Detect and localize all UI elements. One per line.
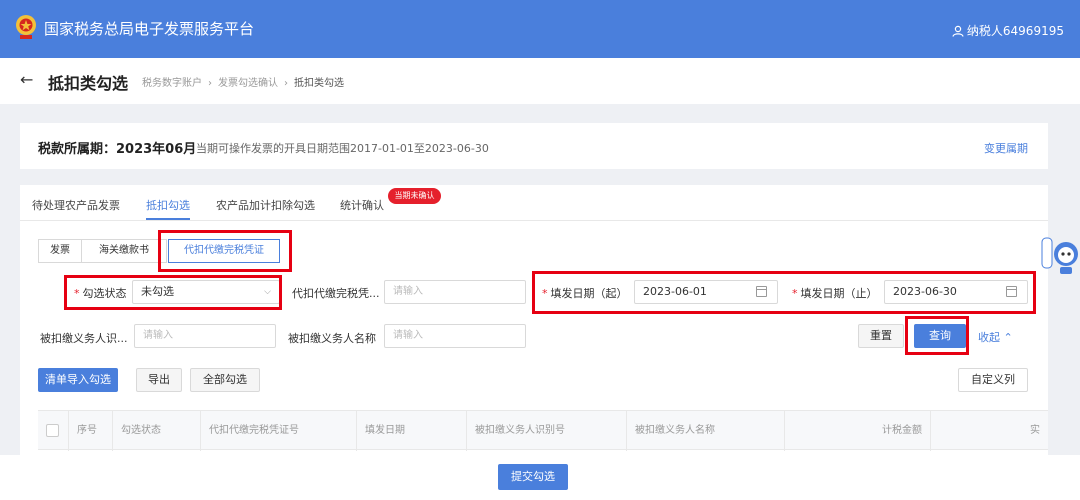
submit-selection-button[interactable]: 提交勾选 xyxy=(498,464,568,490)
main-card: 待处理农产品发票 抵扣勾选 农产品加计扣除勾选 统计确认 当期未确认 发票 海关… xyxy=(20,185,1048,455)
column-header: 代扣代缴完税凭证号 xyxy=(200,411,356,451)
voucher-no-label: 代扣代缴完税凭... xyxy=(292,287,380,300)
table-header: 序号 勾选状态 代扣代缴完税凭证号 填发日期 被扣缴义务人识别号 被扣缴义务人名… xyxy=(38,410,1048,451)
breadcrumb-bar: ← 抵扣类勾选 税务数字账户 › 发票勾选确认 › 抵扣类勾选 xyxy=(0,58,1080,104)
breadcrumb: 税务数字账户 › 发票勾选确认 › 抵扣类勾选 xyxy=(142,74,344,89)
withholder-name-input[interactable]: 请输入 xyxy=(384,324,526,348)
tab-bar: 待处理农产品发票 抵扣勾选 农产品加计扣除勾选 统计确认 当期未确认 xyxy=(20,185,1048,221)
subtab-withholding-certificate[interactable]: 代扣代缴完税凭证 xyxy=(168,239,280,263)
user-icon xyxy=(952,25,964,37)
date-from-picker[interactable]: 2023-06-01 xyxy=(634,280,778,304)
import-select-button[interactable]: 清单导入勾选 xyxy=(38,368,118,392)
chevron-down-icon: ⌵ xyxy=(264,287,271,297)
breadcrumb-separator-icon: › xyxy=(208,78,212,89)
top-bar: 国家税务总局电子发票服务平台 纳税人64969195 xyxy=(0,0,1080,58)
tax-emblem-icon xyxy=(16,15,36,39)
subtab-customs-payment[interactable]: 海关缴款书 xyxy=(81,239,167,263)
period-card: 税款所属期：2023年06月 当期可操作发票的开具日期范围2017-01-01至… xyxy=(20,123,1048,169)
withholder-id-label: 被扣缴义务人识... xyxy=(40,332,128,345)
reset-button[interactable]: 重置 xyxy=(858,324,904,348)
select-all-cell xyxy=(38,411,68,451)
voucher-no-input[interactable]: 请输入 xyxy=(384,280,526,304)
column-header: 勾选状态 xyxy=(112,411,200,451)
active-tab-indicator xyxy=(146,218,190,220)
date-from-label: * 填发日期（起） xyxy=(542,287,628,300)
period-range: 当期可操作发票的开具日期范围2017-01-01至2023-06-30 xyxy=(196,142,489,155)
withholder-name-label: 被扣缴义务人名称 xyxy=(288,332,376,345)
select-all-button[interactable]: 全部勾选 xyxy=(190,368,260,392)
breadcrumb-item[interactable]: 发票勾选确认 xyxy=(218,78,278,89)
column-header: 序号 xyxy=(68,411,112,451)
collapse-toggle[interactable]: 收起 ⌃ xyxy=(978,329,1013,345)
breadcrumb-separator-icon: › xyxy=(284,78,288,89)
column-header: 被扣缴义务人名称 xyxy=(626,411,784,451)
user-name: 纳税人64969195 xyxy=(966,24,1064,38)
column-header: 计税金额 xyxy=(784,411,930,451)
status-label: * 勾选状态 xyxy=(74,287,127,300)
change-period-link[interactable]: 变更属期 xyxy=(984,140,1028,156)
select-all-checkbox[interactable] xyxy=(46,424,59,437)
column-header: 被扣缴义务人识别号 xyxy=(466,411,626,451)
breadcrumb-item[interactable]: 税务数字账户 xyxy=(142,78,202,89)
app-title: 国家税务总局电子发票服务平台 xyxy=(44,20,255,38)
tab-statistics-confirm[interactable]: 统计确认 xyxy=(340,197,384,213)
column-header: 填发日期 xyxy=(356,411,466,451)
chevron-up-icon: ⌃ xyxy=(1003,331,1013,344)
custom-columns-button[interactable]: 自定义列 xyxy=(958,368,1028,392)
tab-agri-extra-deduction[interactable]: 农产品加计扣除勾选 xyxy=(216,197,315,213)
tab-deduction-selection[interactable]: 抵扣勾选 xyxy=(146,197,190,213)
withholder-id-input[interactable]: 请输入 xyxy=(134,324,276,348)
tax-period: 税款所属期：2023年06月 xyxy=(38,142,197,157)
subtab-invoice[interactable]: 发票 xyxy=(38,239,82,263)
page-title: 抵扣类勾选 xyxy=(48,74,129,93)
date-to-label: * 填发日期（止） xyxy=(792,287,878,300)
back-arrow-icon[interactable]: ← xyxy=(20,70,33,89)
status-badge: 当期未确认 xyxy=(388,188,441,204)
calendar-icon xyxy=(1006,286,1017,297)
breadcrumb-current: 抵扣类勾选 xyxy=(294,78,344,89)
query-button[interactable]: 查询 xyxy=(914,324,966,348)
export-button[interactable]: 导出 xyxy=(136,368,182,392)
calendar-icon xyxy=(756,286,767,297)
user-account[interactable]: 纳税人64969195 xyxy=(952,22,1064,39)
footer-bar: 提交勾选 xyxy=(0,455,1080,500)
date-to-picker[interactable]: 2023-06-30 xyxy=(884,280,1028,304)
tab-pending-agri-invoices[interactable]: 待处理农产品发票 xyxy=(32,197,120,213)
column-header: 实 xyxy=(930,411,1048,451)
status-select[interactable]: 未勾选 ⌵ xyxy=(132,280,280,304)
assistant-robot-icon[interactable] xyxy=(1040,232,1080,276)
